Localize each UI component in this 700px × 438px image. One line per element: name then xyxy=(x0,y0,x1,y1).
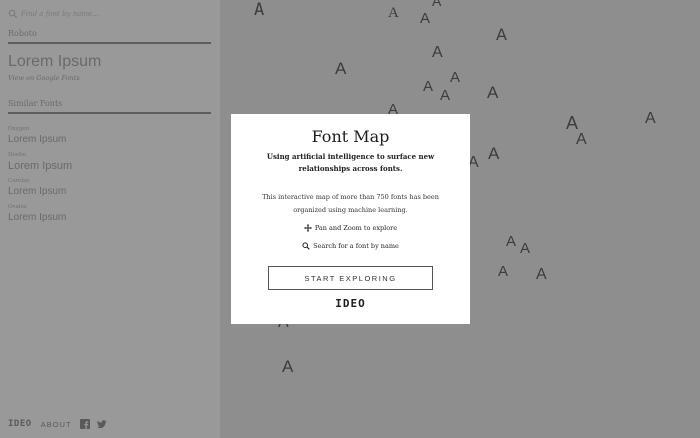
google-fonts-link[interactable]: View on Google Fonts xyxy=(8,74,80,82)
similar-font-sample: Lorem Ipsum xyxy=(8,212,67,223)
similar-font-sample: Lorem Ipsum xyxy=(8,134,67,145)
font-glyph[interactable]: A xyxy=(432,45,443,61)
similar-font-item[interactable]: Heebo Lorem Ipsum xyxy=(8,151,208,177)
similar-font-name: Ovalez xyxy=(8,204,27,210)
about-link[interactable]: ABOUT xyxy=(41,420,72,429)
search-hint-text: Search for a font by name xyxy=(313,242,399,250)
font-glyph[interactable]: A xyxy=(420,11,430,26)
font-glyph[interactable]: A xyxy=(576,132,587,148)
facebook-icon[interactable] xyxy=(79,419,90,429)
modal-title: Font Map xyxy=(311,127,390,146)
twitter-icon[interactable] xyxy=(96,419,107,429)
search-bar[interactable] xyxy=(8,7,212,21)
font-glyph[interactable]: A xyxy=(432,0,441,8)
font-glyph[interactable]: A xyxy=(498,264,508,279)
current-font-preview: Lorem Ipsum xyxy=(8,53,102,70)
font-glyph[interactable]: A xyxy=(254,2,264,19)
font-glyph[interactable]: A xyxy=(282,358,293,375)
similar-font-name: Heebo xyxy=(8,152,27,158)
current-font-name: Roboto xyxy=(8,29,211,44)
search-icon xyxy=(302,242,310,250)
search-input[interactable] xyxy=(21,10,206,18)
font-glyph[interactable]: A xyxy=(487,84,498,101)
intro-modal: Font Map Using artificial intelligence t… xyxy=(231,114,470,324)
start-exploring-button[interactable]: START EXPLORING xyxy=(268,266,433,290)
font-glyph[interactable]: A xyxy=(440,88,450,103)
modal-subtitle: Using artificial intelligence to surface… xyxy=(266,152,435,173)
font-glyph[interactable]: A xyxy=(536,267,547,283)
similar-font-item[interactable]: Carelay Lorem Ipsum xyxy=(8,177,208,203)
similar-fonts-list: Oxygen Lorem Ipsum Heebo Lorem Ipsum Car… xyxy=(8,125,208,229)
similar-font-sample: Lorem Ipsum xyxy=(8,160,73,172)
font-glyph[interactable]: A xyxy=(335,60,346,77)
similar-fonts-heading: Similar Fonts xyxy=(8,99,211,114)
font-glyph[interactable]: A xyxy=(566,114,578,132)
pan-zoom-hint: Pan and Zoom to explore xyxy=(231,224,470,232)
font-glyph[interactable]: A xyxy=(450,70,460,85)
font-glyph[interactable]: A xyxy=(388,6,399,21)
sidebar-footer: IDEO ABOUT xyxy=(8,419,114,429)
pan-zoom-hint-text: Pan and Zoom to explore xyxy=(314,224,398,232)
similar-font-item[interactable]: Ovalez Lorem Ipsum xyxy=(8,203,208,229)
similar-font-item[interactable]: Oxygen Lorem Ipsum xyxy=(8,125,208,151)
sidebar: Roboto Lorem Ipsum View on Google Fonts … xyxy=(0,0,220,438)
move-arrows-icon xyxy=(303,224,312,232)
search-icon xyxy=(8,9,18,19)
font-glyph[interactable]: A xyxy=(423,79,433,94)
ideo-logo[interactable]: IDEO xyxy=(8,419,32,429)
modal-description: This interactive map of more than 750 fo… xyxy=(262,193,439,214)
similar-font-sample: Lorem Ipsum xyxy=(8,186,67,197)
font-glyph[interactable]: A xyxy=(520,241,530,256)
font-glyph[interactable]: A xyxy=(506,234,516,249)
ideo-logo: IDEO xyxy=(335,297,366,310)
search-hint: Search for a font by name xyxy=(231,242,470,250)
font-glyph[interactable]: A xyxy=(488,145,499,162)
similar-font-name: Oxygen xyxy=(8,126,30,132)
similar-font-name: Carelay xyxy=(8,178,30,184)
font-glyph[interactable]: A xyxy=(496,27,507,43)
font-glyph[interactable]: A xyxy=(645,111,656,127)
